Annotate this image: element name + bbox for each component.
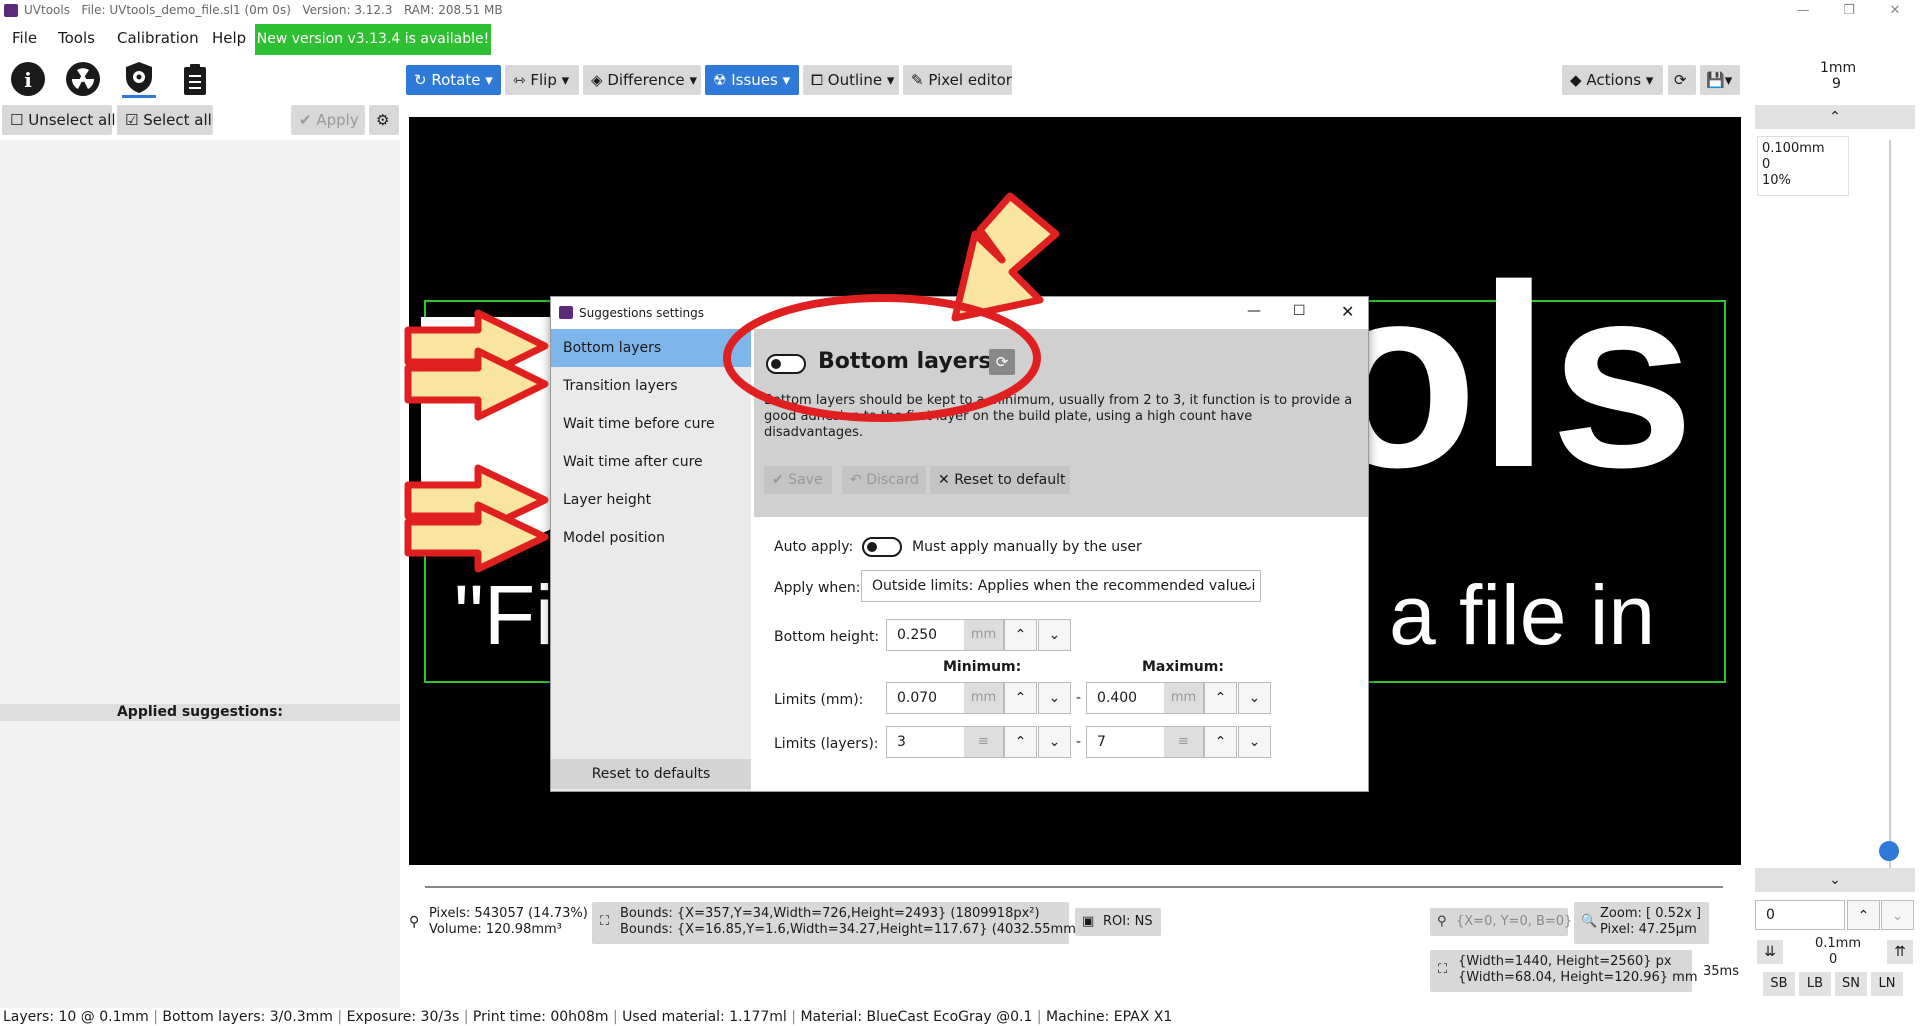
location-pin-icon: ⚲ xyxy=(1437,914,1447,929)
pixels-volume-info: Pixels: 543057 (14.73%) Volume: 120.98mm… xyxy=(429,906,588,938)
status-bottom-layers: Bottom layers: 3/0.3mm xyxy=(162,1009,333,1025)
layer-info-box: 0.100mm 0 10% xyxy=(1757,136,1849,196)
top-layer-height: 1mm xyxy=(1820,60,1857,76)
last-layer-button[interactable]: ⇈ xyxy=(1887,940,1913,964)
roi-icon: ▣ xyxy=(1082,914,1095,929)
status-bar: Layers: 10 @ 0.1mm | Bottom layers: 3/0.… xyxy=(0,1008,1920,1026)
zoom-button[interactable]: 🔍 Zoom: [ 0.52x ] Pixel: 47.25µm xyxy=(1574,902,1709,944)
layer-slider-panel: 1mm 9 ⌃ 0.100mm 0 10% ⌄ 0 ⌃ ⌄ ⇊ 0.1mm 0 … xyxy=(1753,60,1920,1020)
bounds-button[interactable]: ⛶ Bounds: {X=357,Y=34,Width=726,Height=2… xyxy=(592,902,1087,944)
separator: | xyxy=(612,1009,623,1025)
layer-up-button[interactable]: ⌃ xyxy=(1755,105,1915,129)
roi-label: ROI: NS xyxy=(1103,914,1153,929)
bounds-pixels: Bounds: {X=357,Y=34,Width=726,Height=249… xyxy=(620,906,1040,921)
layer-increment[interactable]: ⌃ xyxy=(1847,900,1880,930)
annotation-overlay xyxy=(404,192,1060,573)
layer-down-button[interactable]: ⌄ xyxy=(1755,868,1915,892)
info-percent: 10% xyxy=(1762,173,1791,188)
zoom-icon: 🔍 xyxy=(1581,914,1598,929)
coordinates-button[interactable]: ⚲ {X=0, Y=0, B=0} xyxy=(1430,908,1572,936)
coordinates-value: {X=0, Y=0, B=0} xyxy=(1456,914,1573,929)
layer-slider-track[interactable] xyxy=(1889,140,1891,875)
pixels-icon: ⚲ xyxy=(409,914,420,930)
annotation-circle xyxy=(723,294,1041,422)
chevron-down-icon: ⌄ xyxy=(1829,872,1841,888)
pixels-count: Pixels: 543057 (14.73%) xyxy=(429,906,588,921)
status-print-time: Print time: 00h08m xyxy=(472,1009,609,1025)
layer-number-input[interactable]: 0 xyxy=(1755,900,1845,930)
double-chevron-down-icon: ⇊ xyxy=(1764,944,1776,960)
status-layers: Layers: 10 @ 0.1mm xyxy=(3,1009,149,1025)
bottom-layer-number: 0 xyxy=(1829,952,1838,967)
layer-number-value: 0 xyxy=(1766,907,1775,923)
status-material-used: Used material: 1.177ml xyxy=(622,1009,787,1025)
pixel-size-value: Pixel: 47.25µm xyxy=(1600,922,1697,937)
lb-button[interactable]: LB xyxy=(1799,972,1831,996)
resolution-px: {Width=1440, Height=2560} px xyxy=(1458,954,1672,969)
separator: | xyxy=(337,1009,347,1025)
sb-button[interactable]: SB xyxy=(1763,972,1795,996)
layer-slider-thumb[interactable] xyxy=(1879,841,1899,861)
top-layer-number: 9 xyxy=(1832,76,1841,92)
bounds-icon: ⛶ xyxy=(600,914,610,929)
annotation-arrow-diagonal xyxy=(951,192,1060,322)
volume-value: Volume: 120.98mm³ xyxy=(429,922,562,937)
first-layer-button[interactable]: ⇊ xyxy=(1757,940,1783,964)
resolution-mm: {Width=68.04, Height=120.96} mm xyxy=(1458,970,1698,985)
layer-decrement[interactable]: ⌄ xyxy=(1881,900,1914,930)
status-machine: Machine: EPAX X1 xyxy=(1045,1009,1173,1025)
info-mm: 0.100mm xyxy=(1762,141,1825,156)
status-exposure: Exposure: 30/3s xyxy=(346,1009,460,1025)
sn-button[interactable]: SN xyxy=(1835,972,1867,996)
separator: | xyxy=(1036,1009,1046,1025)
chevron-up-icon: ⌃ xyxy=(1829,109,1841,125)
separator: | xyxy=(153,1009,163,1025)
render-time: 35ms xyxy=(1703,964,1739,979)
status-material: Material: BlueCast EcoGray @0.1 xyxy=(800,1009,1033,1025)
resolution-button[interactable]: ⛶ {Width=1440, Height=2560} px {Width=68… xyxy=(1430,950,1698,992)
zoom-value: Zoom: [ 0.52x ] xyxy=(1600,906,1702,921)
resolution-icon: ⛶ xyxy=(1438,962,1448,977)
bounds-mm: Bounds: {X=16.85,Y=1.6,Width=34.27,Heigh… xyxy=(620,922,1087,937)
double-chevron-up-icon: ⇈ xyxy=(1894,944,1906,960)
separator: | xyxy=(463,1009,473,1025)
info-index: 0 xyxy=(1762,157,1771,172)
bottom-layer-height: 0.1mm xyxy=(1815,936,1862,951)
roi-button[interactable]: ▣ ROI: NS xyxy=(1075,908,1161,936)
ln-button[interactable]: LN xyxy=(1871,972,1903,996)
